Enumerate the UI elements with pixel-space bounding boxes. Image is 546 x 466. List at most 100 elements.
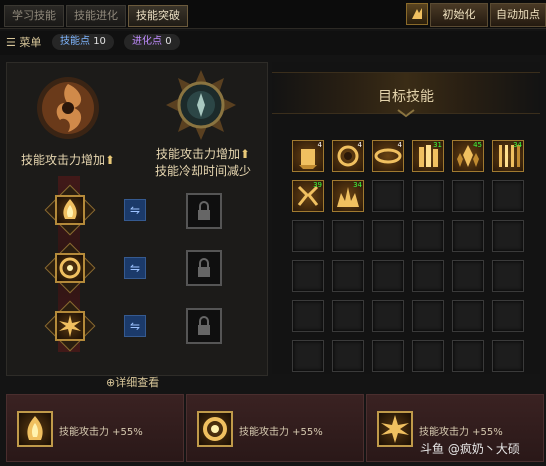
target-skill-1[interactable]: 4 xyxy=(292,140,324,172)
chevron-down-icon xyxy=(397,109,415,118)
skill-level: 4 xyxy=(357,141,362,149)
empty-skill-slot[interactable] xyxy=(452,300,484,332)
empty-skill-slot[interactable] xyxy=(292,300,324,332)
target-skill-6[interactable]: 34 xyxy=(492,140,524,172)
swap-icon: ⇋ xyxy=(129,261,141,275)
empty-skill-slot[interactable] xyxy=(492,180,524,212)
target-skill-2[interactable]: 4 xyxy=(332,140,364,172)
skill-slot-1[interactable] xyxy=(55,195,85,225)
empty-skill-slot[interactable] xyxy=(292,340,324,372)
reset-button[interactable]: 初始化 xyxy=(430,3,488,27)
lock-icon xyxy=(198,258,210,277)
col1-effect-text: 技能攻击力增加⬆ xyxy=(8,152,128,169)
locked-slot-3[interactable] xyxy=(186,308,222,344)
skill-level: 34 xyxy=(353,181,362,189)
watermark: 斗鱼 @疯奶丶大硕 xyxy=(420,442,520,456)
evolution-points-label: 进化点 xyxy=(132,36,162,47)
empty-skill-slot[interactable] xyxy=(492,220,524,252)
target-skill-5[interactable]: 45 xyxy=(452,140,484,172)
attack-emblem-icon xyxy=(37,77,99,139)
burst-skill-icon xyxy=(59,315,81,337)
skill-points-value: 10 xyxy=(93,36,106,47)
col2-effect-line2: 技能冷却时间减少 xyxy=(154,164,251,178)
effect-card-2: 技能攻击力 +55% xyxy=(186,394,364,462)
effect-card-text: 技能攻击力 +55% xyxy=(59,427,143,438)
detail-view-link[interactable]: ⊕详细查看 xyxy=(106,374,159,390)
target-skill-8[interactable]: 34 xyxy=(332,180,364,212)
empty-skill-slot[interactable] xyxy=(372,300,404,332)
empty-skill-slot[interactable] xyxy=(412,260,444,292)
auto-assign-button[interactable]: 自动加点 xyxy=(490,3,546,27)
burst-skill-icon xyxy=(377,411,413,447)
empty-skill-slot[interactable] xyxy=(332,340,364,372)
col1-effect-label: 技能攻击力增加 xyxy=(20,153,105,167)
col2-effect-text: 技能攻击力增加⬆ 技能冷却时间减少 xyxy=(140,146,266,180)
effect-card-1: 技能攻击力 +55% xyxy=(6,394,184,462)
evolution-points-badge: 进化点 0 xyxy=(124,34,180,50)
swap-button-1[interactable]: ⇋ xyxy=(124,199,146,221)
swap-icon: ⇋ xyxy=(129,319,141,333)
empty-skill-slot[interactable] xyxy=(332,220,364,252)
skill-level: 34 xyxy=(513,141,522,149)
tab-learn-skill[interactable]: 学习技能 xyxy=(4,5,64,27)
col2-effect-line1: 技能攻击力增加 xyxy=(155,147,240,161)
flame-skill-icon xyxy=(63,199,77,219)
settings-button[interactable] xyxy=(406,3,428,25)
flame-skill-icon xyxy=(17,411,53,447)
locked-slot-2[interactable] xyxy=(186,250,222,286)
compass-emblem-icon xyxy=(166,70,236,140)
empty-skill-slot[interactable] xyxy=(492,300,524,332)
empty-skill-slot[interactable] xyxy=(332,300,364,332)
empty-skill-slot[interactable] xyxy=(332,260,364,292)
target-skill-4[interactable]: 31 xyxy=(412,140,444,172)
menu-button[interactable]: ☰ 菜单 xyxy=(6,34,41,50)
arrow-up-icon: ⬆ xyxy=(239,147,251,161)
lock-icon xyxy=(198,201,210,220)
tab-skill-evolution[interactable]: 技能进化 xyxy=(66,5,126,27)
evolution-points-value: 0 xyxy=(165,36,172,47)
empty-skill-slot[interactable] xyxy=(372,220,404,252)
menu-label: 菜单 xyxy=(19,36,42,49)
swap-button-2[interactable]: ⇋ xyxy=(124,257,146,279)
effect-card-text: 技能攻击力 +55% xyxy=(239,427,323,438)
empty-skill-slot[interactable] xyxy=(372,340,404,372)
tab-skill-breakthrough[interactable]: 技能突破 xyxy=(128,5,188,27)
empty-skill-slot[interactable] xyxy=(292,220,324,252)
empty-skill-slot[interactable] xyxy=(452,260,484,292)
skill-points-badge: 技能点 10 xyxy=(52,34,114,50)
empty-skill-slot[interactable] xyxy=(292,260,324,292)
swap-icon: ⇋ xyxy=(129,203,141,217)
empty-skill-slot[interactable] xyxy=(492,260,524,292)
skill-points-label: 技能点 xyxy=(60,36,90,47)
target-skill-7[interactable]: 39 xyxy=(292,180,324,212)
empty-skill-slot[interactable] xyxy=(372,260,404,292)
arrow-up-icon: ⬆ xyxy=(104,153,116,167)
detail-view-label: 详细查看 xyxy=(115,376,160,389)
vortex-skill-icon xyxy=(197,411,233,447)
zoom-icon: ⊕ xyxy=(106,376,116,389)
lock-icon xyxy=(198,316,210,335)
empty-skill-slot[interactable] xyxy=(372,180,404,212)
target-skill-title: 目标技能 xyxy=(378,89,434,105)
empty-skill-slot[interactable] xyxy=(492,340,524,372)
skill-slot-2[interactable] xyxy=(55,253,85,283)
empty-skill-slot[interactable] xyxy=(412,300,444,332)
swap-button-3[interactable]: ⇋ xyxy=(124,315,146,337)
empty-skill-slot[interactable] xyxy=(412,220,444,252)
locked-slot-1[interactable] xyxy=(186,193,222,229)
skill-level: 4 xyxy=(397,141,402,149)
skill-slot-3[interactable] xyxy=(55,311,85,341)
empty-skill-slot[interactable] xyxy=(412,340,444,372)
menu-icon: ☰ xyxy=(6,36,16,49)
target-skill-3[interactable]: 4 xyxy=(372,140,404,172)
empty-skill-slot[interactable] xyxy=(452,220,484,252)
empty-skill-slot[interactable] xyxy=(452,340,484,372)
effect-card-text: 技能攻击力 +55% xyxy=(419,427,503,438)
skill-level: 39 xyxy=(313,181,322,189)
empty-skill-slot[interactable] xyxy=(412,180,444,212)
skill-level: 4 xyxy=(317,141,322,149)
skill-level: 45 xyxy=(473,141,482,149)
vortex-skill-icon xyxy=(59,257,81,279)
empty-skill-slot[interactable] xyxy=(452,180,484,212)
gear-icon xyxy=(412,8,422,19)
